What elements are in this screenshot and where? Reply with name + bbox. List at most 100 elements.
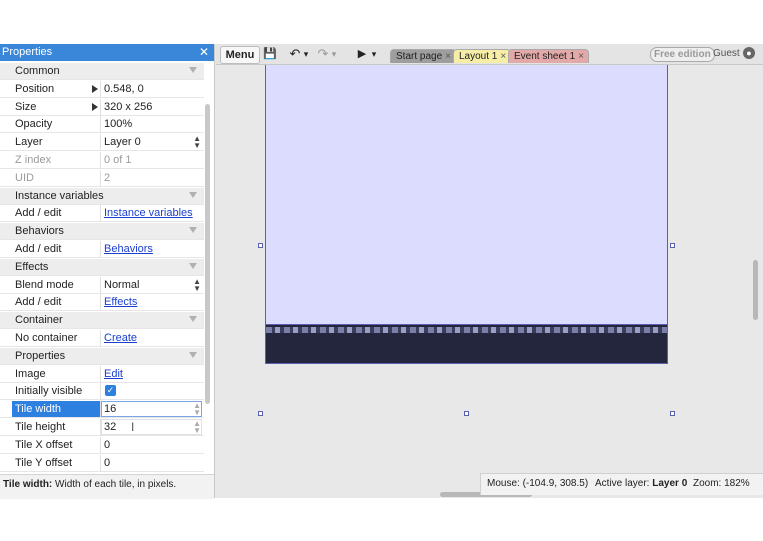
play-icon[interactable]: ▶ — [356, 46, 368, 62]
column-divider — [100, 277, 101, 293]
tab-event-sheet-1[interactable]: Event sheet 1 × — [508, 49, 589, 63]
user-icon[interactable]: ● — [743, 47, 755, 59]
redo-dropdown-icon[interactable]: ▾ — [330, 46, 338, 62]
resize-handle-left[interactable] — [258, 243, 263, 248]
layout-view[interactable] — [216, 65, 756, 475]
collapse-icon[interactable] — [189, 263, 197, 269]
tab-label: Layout 1 — [459, 51, 498, 62]
collapse-icon[interactable] — [189, 316, 197, 322]
property-link[interactable]: Create — [104, 332, 137, 344]
spinner-icon[interactable]: ▲ ▼ — [193, 420, 201, 435]
tilemap-tiles — [266, 327, 667, 333]
column-divider — [100, 330, 101, 346]
property-name: Blend mode — [15, 279, 74, 291]
column-divider — [100, 170, 101, 186]
property-row-initially-visible[interactable]: Initially visible ✓ — [0, 383, 204, 400]
expand-icon[interactable] — [92, 103, 98, 111]
menu-button[interactable]: Menu — [220, 46, 260, 64]
property-row-tile-height[interactable]: Tile height 32 ▲ ▼ I — [0, 419, 204, 436]
property-name: Add / edit — [15, 296, 62, 308]
column-divider — [100, 205, 101, 221]
expand-icon[interactable] — [92, 85, 98, 93]
undo-dropdown-icon[interactable]: ▾ — [302, 46, 310, 62]
layout-area[interactable] — [265, 65, 668, 364]
property-link[interactable]: Effects — [104, 296, 137, 308]
close-icon[interactable]: × — [578, 51, 584, 62]
property-row-position[interactable]: Position 0.548, 0 — [0, 81, 204, 98]
description-text: Width of each tile, in pixels. — [52, 479, 177, 490]
collapse-icon[interactable] — [189, 227, 197, 233]
property-value[interactable]: Normal — [104, 279, 139, 291]
dropdown-icon[interactable]: ▲ ▼ — [193, 135, 201, 150]
guest-label[interactable]: Guest — [713, 48, 740, 59]
properties-panel: Properties ✕ Common Position 0.548, 0 Size 3… — [0, 44, 215, 499]
category-container[interactable]: Container — [0, 312, 204, 329]
property-value: 100% — [104, 118, 133, 130]
property-row-no-container[interactable]: No container Create — [0, 330, 204, 347]
active-layer-value: Layer 0 — [652, 478, 688, 489]
resize-handle-bottom[interactable] — [464, 411, 469, 416]
property-row-add-edit[interactable]: Add / edit Instance variables — [0, 205, 204, 222]
toolbar: Menu 💾 ↶ ▾ ↷ ▾ ▶ ▾ Start page × Layout 1 ×… — [216, 44, 763, 65]
close-icon[interactable]: × — [445, 51, 451, 62]
property-row-add-edit[interactable]: Add / edit Effects — [0, 294, 204, 311]
category-common[interactable]: Common — [0, 63, 204, 80]
close-icon[interactable]: × — [500, 51, 506, 62]
close-icon[interactable]: ✕ — [199, 45, 209, 59]
collapse-icon[interactable] — [189, 352, 197, 358]
dropdown-icon[interactable]: ▲ ▼ — [193, 278, 201, 293]
vertical-scrollbar[interactable] — [753, 260, 758, 320]
mouse-coordinates: Mouse: (-104.9, 308.5) — [487, 478, 589, 489]
property-name: Add / edit — [15, 243, 62, 255]
active-layer-label: Active layer: — [595, 478, 650, 489]
property-value: 0 — [104, 457, 111, 469]
property-row-size[interactable]: Size 320 x 256 — [0, 99, 204, 116]
column-divider — [100, 81, 101, 97]
category-effects[interactable]: Effects — [0, 259, 204, 276]
resize-handle-bottom-right[interactable] — [670, 411, 675, 416]
property-grid: Common Position 0.548, 0 Size 320 x 256 Opaci… — [0, 61, 204, 474]
property-row-image[interactable]: Image Edit — [0, 366, 204, 383]
properties-scrollbar[interactable] — [205, 104, 210, 404]
tab-start-page[interactable]: Start page × — [390, 49, 456, 63]
category-behaviors[interactable]: Behaviors — [0, 223, 204, 240]
property-row-layer[interactable]: Layer Layer 0 ▲ ▼ — [0, 134, 204, 151]
collapse-icon[interactable] — [189, 192, 197, 198]
category-instance-variables[interactable]: Instance variables — [0, 188, 204, 205]
property-value: 0.548, 0 — [104, 83, 144, 95]
property-name: UID — [15, 172, 34, 184]
tilemap-object[interactable] — [265, 324, 668, 364]
free-edition-badge[interactable]: Free edition — [650, 47, 715, 62]
category-label: Behaviors — [15, 225, 64, 237]
property-row-opacity[interactable]: Opacity 100% — [0, 116, 204, 133]
collapse-icon[interactable] — [189, 67, 197, 73]
undo-icon[interactable]: ↶ — [288, 46, 302, 62]
property-row-z-index[interactable]: Z index 0 of 1 — [0, 152, 204, 169]
property-name: Opacity — [15, 118, 53, 130]
text-cursor-icon: I — [131, 420, 135, 434]
property-link[interactable]: Behaviors — [104, 243, 153, 255]
spinner-icon[interactable]: ▲ ▼ — [193, 402, 201, 417]
tab-layout-1[interactable]: Layout 1 × — [453, 49, 512, 63]
property-value[interactable]: Layer 0 — [104, 136, 141, 148]
resize-handle-bottom-left[interactable] — [258, 411, 263, 416]
property-name: Layer — [15, 136, 43, 148]
redo-icon[interactable]: ↷ — [316, 46, 330, 62]
property-row-uid[interactable]: UID 2 — [0, 170, 204, 187]
tab-label: Event sheet 1 — [514, 51, 576, 62]
property-name: Tile width — [15, 403, 62, 415]
property-row-blend-mode[interactable]: Blend mode Normal ▲ ▼ — [0, 277, 204, 294]
property-link[interactable]: Instance variables — [104, 207, 193, 219]
property-row-tile-y-offset[interactable]: Tile Y offset 0 — [0, 455, 204, 472]
play-dropdown-icon[interactable]: ▾ — [370, 46, 378, 62]
property-row-tile-width[interactable]: Tile width 16 ▲ ▼ — [0, 401, 204, 418]
visible-checkbox[interactable]: ✓ — [105, 385, 116, 396]
property-link[interactable]: Edit — [104, 368, 123, 380]
column-divider — [100, 116, 101, 132]
property-name: Tile Y offset — [15, 457, 73, 469]
property-row-tile-x-offset[interactable]: Tile X offset 0 — [0, 437, 204, 454]
save-icon[interactable]: 💾 — [262, 46, 278, 62]
property-row-add-edit[interactable]: Add / edit Behaviors — [0, 241, 204, 258]
category-properties[interactable]: Properties — [0, 348, 204, 365]
resize-handle-right[interactable] — [670, 243, 675, 248]
